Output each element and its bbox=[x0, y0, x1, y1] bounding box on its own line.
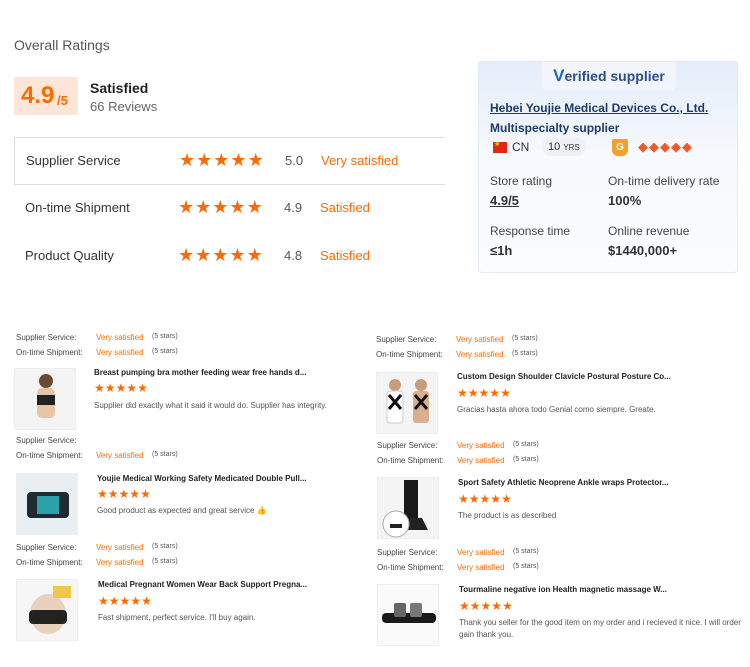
response-time-label: Response time bbox=[490, 224, 571, 238]
review-comment-continued: gain thank you. bbox=[459, 630, 514, 639]
review-count: 66 Reviews bbox=[90, 99, 158, 114]
online-revenue-value: $1440,000+ bbox=[608, 243, 678, 258]
diamond-icon: ◆ bbox=[682, 139, 692, 154]
rating-row-score: 4.9 bbox=[284, 200, 303, 215]
diamond-icon: ◆ bbox=[660, 139, 670, 154]
overall-score: 4.9 bbox=[21, 82, 55, 109]
review-comment: Thank you seller for the good item on my… bbox=[459, 618, 741, 627]
overall-ratings-title: Overall Ratings bbox=[14, 37, 110, 53]
review-stars: ★ ★ ★ ★ ★ bbox=[459, 599, 513, 613]
review-comment: Gracias hasta ahora todo Genial como sie… bbox=[457, 405, 656, 414]
store-rating-value[interactable]: 4.9/5 bbox=[490, 193, 519, 208]
product-thumbnail[interactable] bbox=[377, 584, 439, 646]
rating-row-product-quality: Product Quality ★ ★ ★ ★ ★ 4.8 Satisfied bbox=[14, 233, 445, 281]
product-title[interactable]: Tourmaline negative ion Health magnetic … bbox=[459, 585, 667, 594]
rating-row-word: Satisfied bbox=[320, 248, 370, 263]
rating-row-score: 5.0 bbox=[285, 153, 304, 168]
rating-row-ontime-shipment: On-time Shipment ★ ★ ★ ★ ★ 4.9 Satisfied bbox=[14, 185, 445, 233]
product-thumbnail[interactable] bbox=[16, 473, 78, 535]
product-thumbnail[interactable] bbox=[376, 372, 438, 434]
overall-score-box: 4.9 /5 bbox=[14, 77, 78, 115]
overall-rating-word: Satisfied bbox=[90, 80, 149, 96]
supplier-type: Multispecialty supplier bbox=[490, 121, 620, 135]
review-comment: The product is as described bbox=[458, 511, 557, 520]
rating-row-word: Satisfied bbox=[320, 200, 370, 215]
rating-stars: ★ ★ ★ ★ ★ bbox=[178, 245, 263, 265]
verified-supplier-badge: Verified supplier bbox=[542, 62, 676, 90]
product-thumbnail[interactable] bbox=[14, 368, 76, 430]
online-revenue-label: Online revenue bbox=[608, 224, 690, 238]
supplier-card: Verified supplier Hebei Youjie Medical D… bbox=[478, 61, 738, 273]
product-thumbnail[interactable] bbox=[377, 477, 439, 539]
years-badge: 10 YRS bbox=[542, 138, 586, 156]
company-name-link[interactable]: Hebei Youjie Medical Devices Co., Ltd. bbox=[490, 101, 708, 115]
review-stars: ★ ★ ★ ★ ★ bbox=[97, 487, 151, 501]
product-title[interactable]: Breast pumping bra mother feeding wear f… bbox=[94, 368, 306, 377]
product-title[interactable]: Custom Design Shoulder Clavicle Postural… bbox=[457, 372, 671, 381]
diamond-icon: ◆ bbox=[649, 139, 659, 154]
product-thumbnail[interactable] bbox=[16, 579, 78, 641]
response-time-value: ≤1h bbox=[490, 243, 513, 258]
review-stars: ★ ★ ★ ★ ★ bbox=[98, 594, 152, 608]
review-stars: ★ ★ ★ ★ ★ bbox=[457, 386, 511, 400]
rating-row-word: Very satisfied bbox=[321, 153, 399, 168]
rating-row-label: Product Quality bbox=[25, 248, 114, 263]
product-title[interactable]: Sport Safety Athletic Neoprene Ankle wra… bbox=[458, 478, 669, 487]
diamond-rating-icons: ◆ ◆ ◆ ◆ ◆ bbox=[638, 139, 692, 155]
rating-row-supplier-service: Supplier Service ★ ★ ★ ★ ★ 5.0 Very satisfie… bbox=[14, 137, 445, 185]
country-code: CN bbox=[512, 140, 530, 154]
review-comment: Supplier did exactly what it said it wou… bbox=[94, 401, 327, 410]
china-flag-icon bbox=[493, 140, 507, 153]
review-stars: ★ ★ ★ ★ ★ bbox=[94, 381, 148, 395]
rating-row-label: On-time Shipment bbox=[25, 200, 130, 215]
rating-stars: ★ ★ ★ ★ ★ bbox=[178, 197, 263, 217]
review-comment: Fast shipment, perfect service. I'll buy… bbox=[98, 613, 256, 622]
review-stars: ★ ★ ★ ★ ★ bbox=[458, 492, 512, 506]
rating-row-score: 4.8 bbox=[284, 248, 303, 263]
diamond-icon: ◆ bbox=[638, 139, 648, 154]
rating-row-label: Supplier Service bbox=[26, 153, 121, 168]
rating-stars: ★ ★ ★ ★ ★ bbox=[179, 150, 264, 170]
diamond-icon: ◆ bbox=[671, 139, 681, 154]
product-title[interactable]: Medical Pregnant Women Wear Back Support… bbox=[98, 580, 307, 589]
review-comment: Good product as expected and great servi… bbox=[97, 506, 267, 515]
ontime-delivery-value: 100% bbox=[608, 193, 642, 208]
ontime-delivery-label: On-time delivery rate bbox=[608, 174, 720, 188]
store-rating-label: Store rating bbox=[490, 174, 553, 188]
product-title[interactable]: Youjie Medical Working Safety Medicated … bbox=[97, 474, 307, 483]
overall-score-suffix: /5 bbox=[57, 93, 68, 108]
gold-supplier-icon: G bbox=[612, 139, 628, 156]
